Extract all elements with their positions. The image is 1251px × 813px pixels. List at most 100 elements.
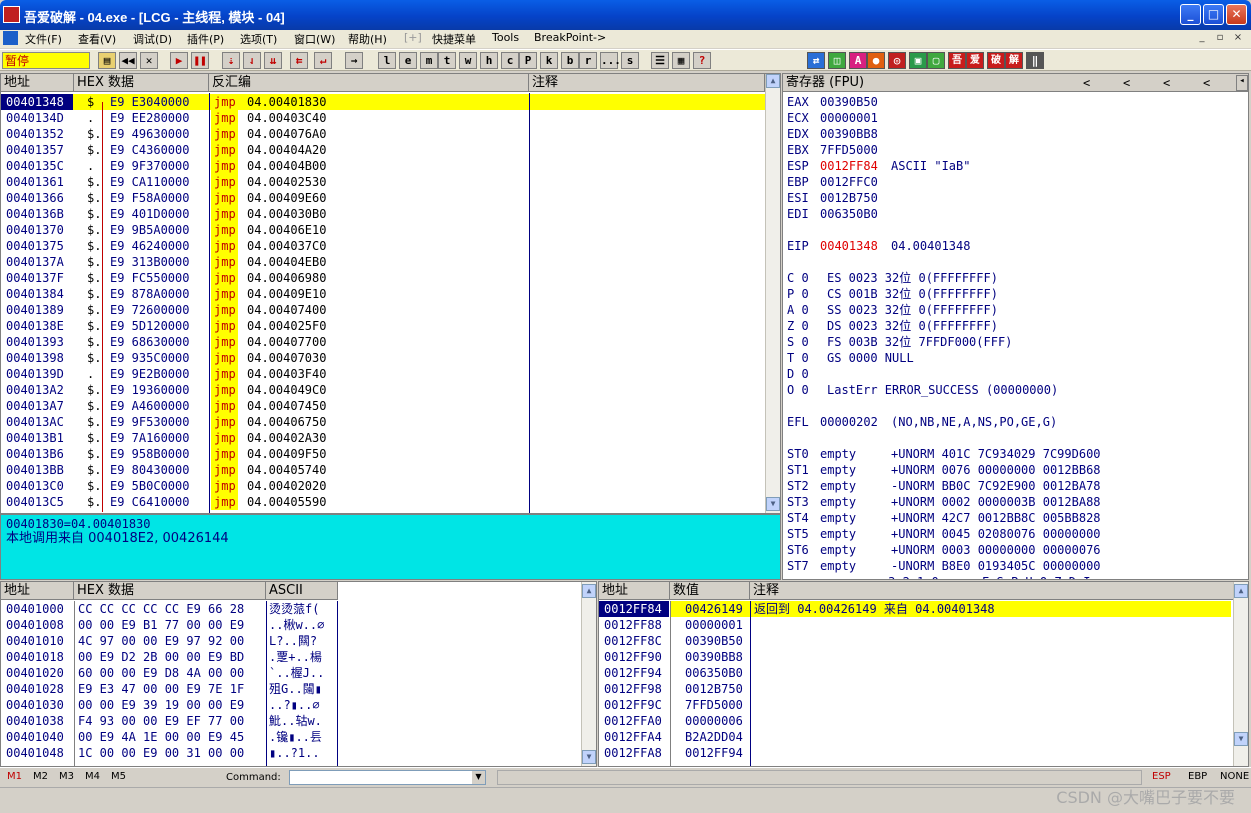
reg-arrow-4[interactable]: < <box>1203 76 1210 90</box>
disasm-row[interactable]: 00401398 $. E9 935C0000 jmp 04.00407030 <box>1 350 765 366</box>
stack-panel[interactable]: 地址 数值 注释 0012FF84 00426149 返回到 04.00426149… <box>598 581 1249 767</box>
stack-row[interactable]: 0012FF94 006350B0 <box>599 665 1233 681</box>
disasm-row[interactable]: 0040137A $. E9 313B0000 jmp 04.00404EB0 <box>1 254 765 270</box>
register-value[interactable]: empty <box>820 542 856 558</box>
m5-tab[interactable]: M5 <box>111 771 126 782</box>
goto-icon[interactable]: → <box>345 52 363 69</box>
disasm-row[interactable]: 00401352 $. E9 49630000 jmp 04.004076A0 <box>1 126 765 142</box>
logo-ai-icon[interactable]: 爱 <box>966 52 984 69</box>
menu-tools[interactable]: Tools <box>492 31 519 44</box>
stack-header-value[interactable]: 数值 <box>670 582 750 600</box>
disasm-row[interactable]: 00401366 $. E9 F58A0000 jmp 04.00409E60 <box>1 190 765 206</box>
disasm-row[interactable]: 0040135C. E9 9F370000 jmp 04.00404B00 <box>1 158 765 174</box>
menu-help[interactable]: 帮助(H) <box>348 31 387 47</box>
stack-row[interactable]: 0012FFA8 0012FF94 <box>599 745 1233 761</box>
toolbar-k-button[interactable]: k <box>540 52 558 69</box>
menu-options[interactable]: 选项(T) <box>240 31 277 47</box>
disasm-header-address[interactable]: 地址 <box>1 74 74 92</box>
menu-window[interactable]: 窗口(W) <box>294 31 335 47</box>
stack-row[interactable]: 0012FF98 0012B750 <box>599 681 1233 697</box>
dump-row[interactable]: 00401040 00 E9 4A 1E 00 00 E9 45 .镵▮..镸 <box>1 729 581 745</box>
m3-tab[interactable]: M3 <box>59 771 74 782</box>
none-indicator[interactable]: NONE <box>1220 771 1249 782</box>
disasm-row[interactable]: 004013A7 $. E9 A4600000 jmp 04.00407450 <box>1 398 765 414</box>
toolbar-t-button[interactable]: t <box>438 52 456 69</box>
dump-header-address[interactable]: 地址 <box>1 582 74 600</box>
dump-row[interactable]: 00401038 F4 93 00 00 E9 EF 77 00 魮..轱w. <box>1 713 581 729</box>
window-icon[interactable]: ▢ <box>927 52 945 69</box>
toolbar-l-button[interactable]: l <box>378 52 396 69</box>
disasm-row[interactable]: 00401357 $. E9 C4360000 jmp 04.00404A20 <box>1 142 765 158</box>
bars-icon[interactable]: ‖ <box>1026 52 1044 69</box>
dump-row[interactable]: 00401010 4C 97 00 00 E9 97 92 00 L?..闗? <box>1 633 581 649</box>
disasm-header-disasm[interactable]: 反汇编 <box>209 74 529 92</box>
ebp-indicator[interactable]: EBP <box>1188 771 1207 782</box>
disasm-row[interactable]: 004013B6 $. E9 958B0000 jmp 04.00409F50 <box>1 446 765 462</box>
toolbar-dots-button[interactable]: ... <box>600 52 621 69</box>
toolbar-h-button[interactable]: h <box>480 52 498 69</box>
dump-row[interactable]: 00401000 CC CC CC CC CC E9 66 28 烫烫蒎f( <box>1 601 581 617</box>
toolbar-r-button[interactable]: r <box>579 52 597 69</box>
trace-over-icon[interactable]: ⇇ <box>290 52 308 69</box>
reg-arrow-1[interactable]: < <box>1083 76 1090 90</box>
reg-arrow-2[interactable]: < <box>1123 76 1130 90</box>
list-icon[interactable]: ☰ <box>651 52 669 69</box>
menu-debug[interactable]: 调试(D) <box>133 31 172 47</box>
disasm-row[interactable]: 00401393 $. E9 68630000 jmp 04.00407700 <box>1 334 765 350</box>
disasm-row[interactable]: 0040134D. E9 EE280000 jmp 04.00403C40 <box>1 110 765 126</box>
esp-indicator[interactable]: ESP <box>1152 771 1171 782</box>
toolbar-e-button[interactable]: e <box>399 52 417 69</box>
step-over-icon[interactable]: ⇃ <box>243 52 261 69</box>
stack-scroll-down-icon[interactable]: ▼ <box>1234 732 1248 746</box>
refresh-icon[interactable]: ⇄ <box>807 52 825 69</box>
step-into-icon[interactable]: ⇣ <box>222 52 240 69</box>
disasm-row[interactable]: 004013C0 $. E9 5B0C0000 jmp 04.00402020 <box>1 478 765 494</box>
calc-icon[interactable]: ▣ <box>909 52 927 69</box>
dump-row[interactable]: 00401020 60 00 00 E9 D8 4A 00 00 `..楃J.. <box>1 665 581 681</box>
menu-view[interactable]: 查看(V) <box>78 31 116 47</box>
stack-row[interactable]: 0012FF9C 7FFD5000 <box>599 697 1233 713</box>
dump-row[interactable]: 00401048 1C 00 00 E9 00 31 00 00 ▮..?1.. <box>1 745 581 761</box>
dump-scrollbar[interactable]: ▲ ▼ <box>581 582 596 766</box>
title-bar[interactable]: 吾爱破解 - 04.exe - [LCG - 主线程, 模块 - 04] _ □… <box>0 0 1251 30</box>
plugin-icon-1[interactable]: ◫ <box>828 52 846 69</box>
disasm-row[interactable]: 00401348 $ E9 E3040000 jmp 04.00401830 <box>1 94 765 110</box>
dump-row[interactable]: 00401008 00 00 E9 B1 77 00 00 E9 ..楸w..∅ <box>1 617 581 633</box>
logo-jie-icon[interactable]: 解 <box>1005 52 1023 69</box>
stack-header-address[interactable]: 地址 <box>599 582 670 600</box>
register-value[interactable]: 006350B0 <box>820 206 878 222</box>
menu-plus[interactable]: [+] <box>404 31 422 44</box>
menu-plugins[interactable]: 插件(P) <box>187 31 224 47</box>
pause-icon[interactable]: ❚❚ <box>191 52 209 69</box>
registers-panel[interactable]: 寄存器 (FPU) < < < < ◂ EAX 00390B50 ECX 000000… <box>782 73 1249 580</box>
register-value[interactable]: 00401348 <box>820 238 878 254</box>
dump-panel[interactable]: 地址 HEX 数据 ASCII 00401000 CC CC CC CC CC E… <box>0 581 597 767</box>
toolbar-s-button[interactable]: s <box>621 52 639 69</box>
rewind-icon[interactable]: ◀◀ <box>119 52 137 69</box>
register-value[interactable]: empty <box>820 446 856 462</box>
register-value[interactable]: 00390BB8 <box>820 126 878 142</box>
register-value[interactable]: 00000202 <box>820 414 878 430</box>
reg-scroll-left-icon[interactable]: ◂ <box>1236 75 1248 91</box>
open-icon[interactable]: ▤ <box>98 52 116 69</box>
register-value[interactable]: 7FFD5000 <box>820 142 878 158</box>
register-value[interactable]: empty <box>820 526 856 542</box>
disasm-row[interactable]: 0040139D. E9 9E2B0000 jmp 04.00403F40 <box>1 366 765 382</box>
register-value[interactable]: 0012FF84 <box>820 158 878 174</box>
dump-header-ascii[interactable]: ASCII <box>266 582 338 600</box>
stack-row[interactable]: 0012FFA4 B2A2DD04 <box>599 729 1233 745</box>
toolbar-P-button[interactable]: P <box>519 52 537 69</box>
stack-row[interactable]: 0012FFA0 00000006 <box>599 713 1233 729</box>
close-program-icon[interactable]: ✕ <box>140 52 158 69</box>
mdi-minimize-button[interactable]: _ <box>1194 31 1210 46</box>
disasm-header-comment[interactable]: 注释 <box>529 74 765 92</box>
register-value[interactable]: empty <box>820 510 856 526</box>
disasm-row[interactable]: 00401370 $. E9 9B5A0000 jmp 04.00406E10 <box>1 222 765 238</box>
m2-tab[interactable]: M2 <box>33 771 48 782</box>
dump-row[interactable]: 00401028 E9 E3 47 00 00 E9 7E 1F 殂G..闧▮ <box>1 681 581 697</box>
disasm-row[interactable]: 004013C5 $. E9 C6410000 jmp 04.00405590 <box>1 494 765 510</box>
toolbar-m-button[interactable]: m <box>420 52 438 69</box>
logo-po-icon[interactable]: 破 <box>987 52 1005 69</box>
trace-into-icon[interactable]: ⇊ <box>264 52 282 69</box>
scroll-up-icon[interactable]: ▲ <box>766 74 780 88</box>
